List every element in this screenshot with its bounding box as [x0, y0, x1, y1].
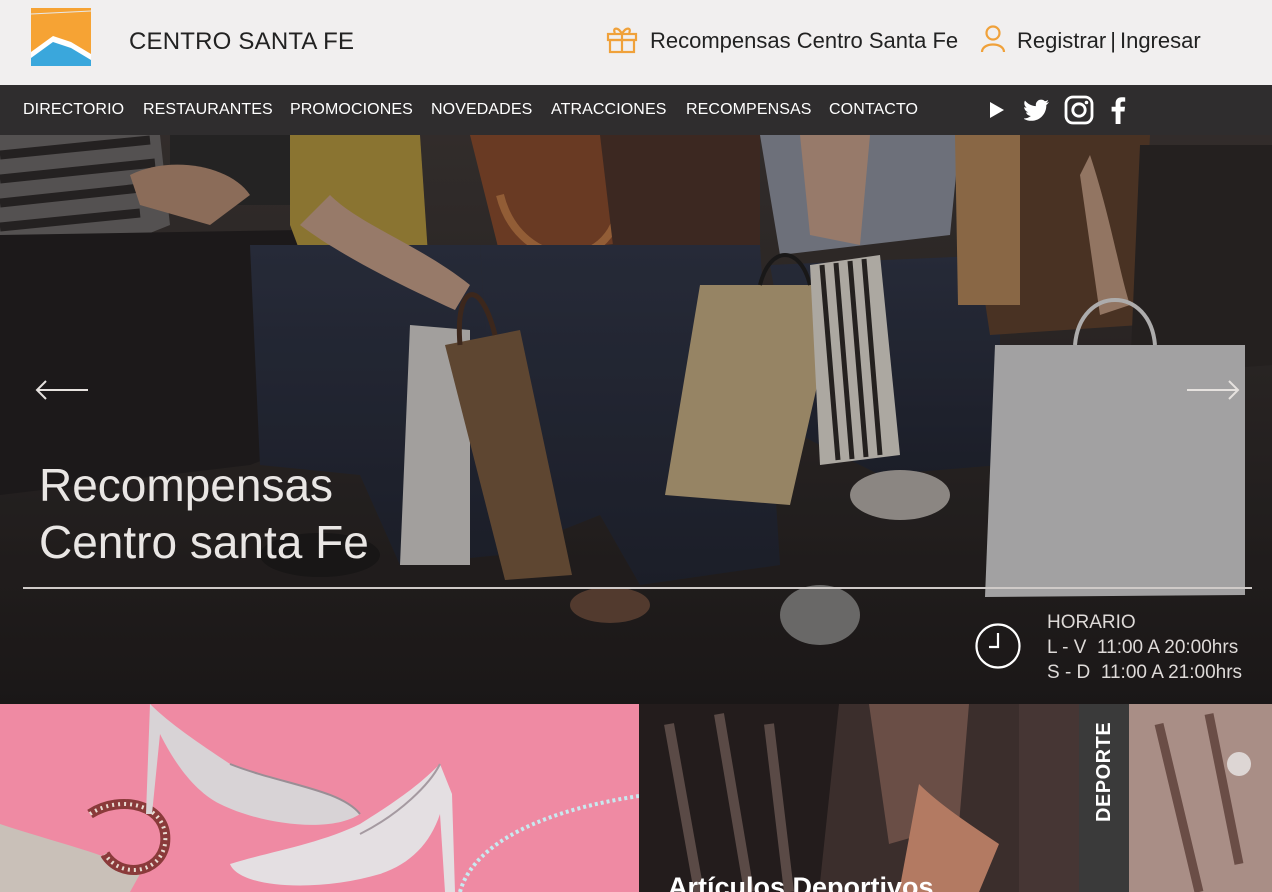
top-header: CENTRO SANTA FE Recompensas Centro Santa… [0, 0, 1272, 85]
rewards-link-label: Recompensas Centro Santa Fe [650, 28, 959, 53]
nav-item-contacto[interactable]: CONTACTO [829, 101, 918, 119]
rewards-link[interactable]: Recompensas Centro Santa Fe [606, 24, 958, 58]
treadmill-photo [639, 704, 1272, 892]
sports-tile-title[interactable]: Artículos Deportivos [668, 872, 934, 892]
sports-category-label: DEPORTE [1092, 721, 1115, 822]
hero-slider: Recompensas Centro santa Fe HORARIO L - … [0, 135, 1272, 704]
nav-item-promociones[interactable]: PROMOCIONES [290, 101, 413, 119]
slider-prev-arrow-icon[interactable] [34, 378, 90, 402]
register-link[interactable]: Registrar [1017, 28, 1106, 53]
centro-santa-fe-logo[interactable] [29, 6, 93, 68]
nav-item-novedades[interactable]: NOVEDADES [431, 101, 532, 119]
hero-title-line2: Centro santa Fe [39, 516, 369, 568]
gift-icon [606, 24, 638, 59]
nav-item-directorio[interactable]: DIRECTORIO [23, 101, 124, 119]
account-links: Registrar | Ingresar [979, 24, 1201, 58]
sports-category-tag[interactable]: DEPORTE [1079, 704, 1129, 892]
hero-divider [23, 587, 1252, 589]
nav-item-atracciones[interactable]: ATRACCIONES [551, 101, 666, 119]
account-separator: | [1110, 28, 1116, 53]
sports-tile[interactable] [639, 704, 1272, 892]
opening-hours-weekend: S - D 11:00 A 21:00hrs [1047, 662, 1243, 683]
hero-title: Recompensas Centro santa Fe [39, 457, 369, 571]
clock-icon [974, 622, 1022, 670]
main-nav: DIRECTORIO RESTAURANTES PROMOCIONES NOVE… [0, 85, 1272, 135]
opening-hours-heading: HORARIO [1047, 612, 1136, 633]
hero-title-line1: Recompensas [39, 459, 334, 511]
user-icon [979, 24, 1007, 59]
twitter-icon[interactable] [1023, 95, 1051, 125]
facebook-icon[interactable] [1108, 95, 1128, 125]
login-link[interactable]: Ingresar [1120, 28, 1201, 53]
brand-name[interactable]: CENTRO SANTA FE [129, 28, 354, 56]
slider-next-arrow-icon[interactable] [1185, 378, 1241, 402]
shoes-photo [0, 704, 639, 892]
opening-hours-weekdays: L - V 11:00 A 20:00hrs [1047, 637, 1239, 658]
nav-item-restaurantes[interactable]: RESTAURANTES [143, 101, 273, 119]
fashion-tile[interactable] [0, 704, 639, 892]
opening-hours: HORARIO L - V 11:00 A 20:00hrs S - D 11:… [1047, 610, 1242, 685]
youtube-play-icon[interactable] [985, 95, 1007, 125]
nav-item-recompensas[interactable]: RECOMPENSAS [686, 101, 812, 119]
instagram-icon[interactable] [1063, 95, 1095, 125]
